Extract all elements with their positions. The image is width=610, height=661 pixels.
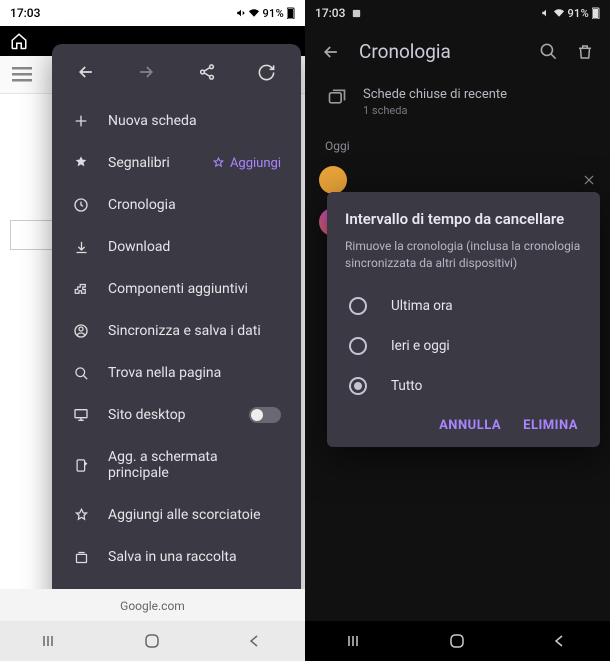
menu-label: Segnalibri: [108, 155, 194, 171]
system-navbar: [0, 621, 305, 661]
reload-icon[interactable]: [253, 58, 281, 86]
hamburger-icon[interactable]: [12, 67, 32, 83]
status-indicators: 91%: [541, 7, 600, 20]
recents-button[interactable]: [336, 634, 376, 648]
page-url: Google.com: [0, 589, 305, 621]
sync-icon: [72, 323, 90, 339]
pin-icon: [72, 508, 90, 523]
desktop-icon: [72, 407, 90, 423]
recently-closed[interactable]: Schede chiuse di recente 1 scheda: [305, 77, 610, 133]
search-icon[interactable]: [539, 42, 558, 61]
plus-icon: [72, 113, 90, 129]
add-bookmark-button[interactable]: Aggiungi: [212, 156, 281, 171]
recent-title: Schede chiuse di recente: [363, 87, 507, 102]
bookmark-icon: [72, 155, 90, 171]
menu-add-shortcut[interactable]: Aggiungi alle scorciatoie: [52, 494, 301, 536]
menu-label: Trova nella pagina: [108, 365, 281, 381]
add-home-icon: [72, 458, 90, 473]
menu-addons[interactable]: Componenti aggiuntivi: [52, 268, 301, 310]
radio-label: Ieri e oggi: [391, 338, 450, 354]
clock-icon: [72, 197, 90, 213]
menu-bookmarks[interactable]: Segnalibri Aggiungi: [52, 142, 301, 184]
search-icon: [72, 366, 90, 381]
radio-today-yesterday[interactable]: Ieri e oggi: [345, 326, 582, 366]
desktop-site-toggle[interactable]: [249, 407, 281, 423]
home-button[interactable]: [437, 633, 477, 649]
back-button[interactable]: [234, 634, 274, 648]
menu-sync[interactable]: Sincronizza e salva i dati: [52, 310, 301, 352]
badge-label: Aggiungi: [230, 156, 281, 171]
menu-label: Download: [108, 239, 281, 255]
forward-icon[interactable]: [132, 58, 160, 86]
menu-label: Aggiungi alle scorciatoie: [108, 507, 281, 523]
tabs-icon: [327, 87, 347, 107]
menu-label: Sincronizza e salva i dati: [108, 323, 281, 339]
recent-sub: 1 scheda: [363, 104, 507, 117]
status-time: 17:03: [315, 6, 345, 20]
section-today: Oggi: [305, 133, 610, 159]
home-button[interactable]: [132, 633, 172, 649]
radio-everything[interactable]: Tutto: [345, 366, 582, 406]
page-title: Cronologia: [359, 40, 521, 63]
browser-menu: Nuova scheda Segnalibri Aggiungi Cronolo…: [52, 44, 301, 620]
menu-download[interactable]: Download: [52, 226, 301, 268]
clear-history-dialog: Intervallo di tempo da cancellare Rimuov…: [327, 192, 600, 447]
menu-find[interactable]: Trova nella pagina: [52, 352, 301, 394]
puzzle-icon: [72, 282, 90, 297]
radio-icon: [349, 337, 367, 355]
radio-last-hour[interactable]: Ultima ora: [345, 286, 582, 326]
delete-button[interactable]: Elimina: [523, 418, 578, 433]
collection-icon: [72, 550, 90, 565]
cancel-button[interactable]: Annulla: [439, 418, 501, 433]
dialog-description: Rimuove la cronologia (inclusa la cronol…: [345, 238, 582, 272]
recents-button[interactable]: [31, 634, 71, 648]
radio-label: Ultima ora: [391, 298, 453, 314]
menu-history[interactable]: Cronologia: [52, 184, 301, 226]
menu-label: Componenti aggiuntivi: [108, 281, 281, 297]
menu-new-tab[interactable]: Nuova scheda: [52, 100, 301, 142]
download-icon: [72, 240, 90, 255]
dialog-title: Intervallo di tempo da cancellare: [345, 210, 582, 228]
menu-save-collection[interactable]: Salva in una raccolta: [52, 536, 301, 578]
menu-label: Cronologia: [108, 197, 281, 213]
radio-label: Tutto: [391, 378, 422, 394]
delete-icon[interactable]: [576, 43, 594, 61]
back-button[interactable]: [539, 634, 579, 648]
menu-label: Sito desktop: [108, 407, 231, 423]
favicon: [319, 166, 347, 194]
system-navbar: [305, 621, 610, 661]
radio-icon: [349, 297, 367, 315]
status-indicators: 91%: [236, 7, 295, 20]
menu-label: Agg. a schermata principale: [108, 449, 281, 481]
back-icon[interactable]: [72, 58, 100, 86]
share-icon[interactable]: [193, 58, 221, 86]
menu-label: Salva in una raccolta: [108, 549, 281, 565]
menu-label: Nuova scheda: [108, 113, 281, 129]
close-icon[interactable]: [582, 173, 596, 187]
back-icon[interactable]: [321, 42, 341, 62]
home-icon[interactable]: [10, 32, 28, 50]
radio-icon: [349, 377, 367, 395]
menu-desktop-site[interactable]: Sito desktop: [52, 394, 301, 436]
status-time: 17:03: [10, 6, 40, 20]
menu-add-homescreen[interactable]: Agg. a schermata principale: [52, 436, 301, 494]
